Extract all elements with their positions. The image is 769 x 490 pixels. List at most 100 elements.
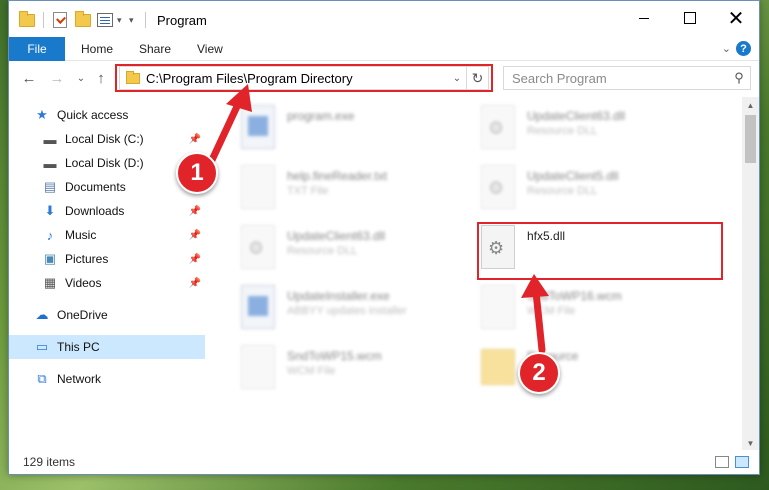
pin-icon[interactable]: 📌 bbox=[189, 278, 201, 289]
cloud-icon: ☁ bbox=[35, 307, 49, 322]
sidebar-item-local-disk-c[interactable]: ▬ Local Disk (C:) 📌 bbox=[9, 127, 205, 151]
vertical-scrollbar[interactable]: ▲ ▼ bbox=[742, 97, 759, 451]
properties-icon[interactable] bbox=[97, 11, 113, 29]
sidebar-item-label: Local Disk (C:) bbox=[65, 132, 144, 146]
tab-home[interactable]: Home bbox=[81, 37, 113, 61]
exe-icon bbox=[241, 285, 275, 329]
sidebar-item-label: Pictures bbox=[65, 252, 109, 266]
search-placeholder[interactable]: Search Program bbox=[512, 71, 728, 86]
pin-icon[interactable]: 📌 bbox=[189, 230, 201, 241]
sidebar-item-label: Local Disk (D:) bbox=[65, 156, 144, 170]
sidebar-item-downloads[interactable]: ⬇ Downloads 📌 bbox=[9, 199, 205, 223]
list-item[interactable]: Resource bbox=[481, 341, 721, 397]
list-item[interactable]: SndToWP16.wcm WCM File bbox=[481, 281, 721, 337]
pin-icon[interactable]: 📌 bbox=[189, 206, 201, 217]
file-name: UpdateClient63.dll bbox=[527, 109, 626, 123]
file-type: Resource DLL bbox=[527, 125, 598, 137]
address-bar[interactable]: C:\Program Files\Program Directory ⌄ ↻ bbox=[119, 66, 489, 90]
music-icon: ♪ bbox=[46, 227, 54, 243]
explorer-window: ▾ ▾ Program ✕ File Home Share View ⌄ ? ←… bbox=[8, 0, 760, 475]
list-item[interactable]: UpdateClient63.dll Resource DLL bbox=[481, 101, 721, 157]
ribbon-tabs: File Home Share View ⌄ ? bbox=[9, 37, 759, 61]
address-dropdown-icon[interactable]: ⌄ bbox=[448, 73, 466, 84]
wcm-icon bbox=[241, 345, 275, 389]
dll-icon bbox=[481, 165, 515, 209]
file-type: WCM File bbox=[527, 305, 576, 317]
sidebar-item-documents[interactable]: ▤ Documents bbox=[9, 175, 205, 199]
sidebar-item-onedrive[interactable]: ☁ OneDrive bbox=[9, 303, 205, 327]
list-item[interactable]: UpdateClient63.dll Resource DLL bbox=[241, 221, 481, 277]
title-bar: ▾ ▾ Program ✕ bbox=[9, 1, 759, 37]
file-name: UpdateClient5.dll bbox=[527, 169, 619, 183]
file-name: help.fineReader.txt bbox=[287, 169, 388, 183]
back-arrow-icon[interactable]: ← bbox=[19, 68, 39, 88]
item-count: 129 items bbox=[23, 455, 76, 469]
documents-icon: ▤ bbox=[43, 179, 57, 194]
maximize-button[interactable] bbox=[667, 1, 713, 35]
forward-arrow-icon[interactable]: → bbox=[47, 68, 67, 88]
pin-icon[interactable]: 📌 bbox=[189, 254, 201, 265]
folder-icon bbox=[126, 70, 140, 84]
file-list: program.exe UpdateClient63.dll Resource … bbox=[209, 97, 741, 449]
sidebar-item-music[interactable]: ♪ Music 📌 bbox=[9, 223, 205, 247]
file-name: SndToWP15.wcm bbox=[287, 349, 382, 363]
new-folder-icon[interactable] bbox=[75, 10, 91, 29]
step-badge-1: 1 bbox=[176, 152, 218, 194]
exe-icon bbox=[241, 105, 275, 149]
tab-view[interactable]: View bbox=[197, 37, 223, 61]
navigation-pane: ★ Quick access ▬ Local Disk (C:) 📌 ▬ Loc… bbox=[9, 97, 205, 447]
downloads-icon: ⬇ bbox=[44, 203, 56, 218]
file-type: Resource DLL bbox=[527, 185, 598, 197]
folder-icon bbox=[481, 349, 515, 385]
list-item[interactable]: UpdateInstaller.exe ABBYY updates instal… bbox=[241, 281, 481, 337]
scroll-down-icon[interactable]: ▼ bbox=[742, 435, 759, 451]
quick-access-folder-icon[interactable] bbox=[19, 10, 35, 29]
large-icons-view-icon[interactable] bbox=[735, 456, 749, 468]
expand-ribbon-chevron-icon[interactable]: ⌄ bbox=[722, 42, 731, 55]
drive-icon: ▬ bbox=[43, 155, 57, 171]
sidebar-item-label: This PC bbox=[57, 340, 100, 354]
sidebar-item-label: Videos bbox=[65, 276, 102, 290]
scroll-thumb[interactable] bbox=[745, 115, 756, 163]
list-item[interactable]: UpdateClient5.dll Resource DLL bbox=[481, 161, 721, 217]
tab-file[interactable]: File bbox=[9, 37, 65, 61]
details-view-icon[interactable] bbox=[715, 456, 729, 468]
window-title: Program bbox=[157, 13, 207, 28]
list-item[interactable]: SndToWP15.wcm WCM File bbox=[241, 341, 481, 397]
file-name: UpdateInstaller.exe bbox=[287, 289, 390, 303]
file-type: Resource DLL bbox=[287, 245, 358, 257]
scroll-up-icon[interactable]: ▲ bbox=[742, 97, 759, 113]
sidebar-item-label: Downloads bbox=[65, 204, 125, 218]
minimize-button[interactable] bbox=[621, 1, 667, 35]
tab-share[interactable]: Share bbox=[139, 37, 171, 61]
sidebar-item-videos[interactable]: ▦ Videos 📌 bbox=[9, 271, 205, 295]
recent-locations-chevron-icon[interactable]: ⌄ bbox=[71, 68, 91, 88]
properties-check-icon[interactable] bbox=[53, 11, 67, 29]
sidebar-item-this-pc[interactable]: ▭ This PC bbox=[9, 335, 205, 359]
list-item[interactable]: help.fineReader.txt TXT File bbox=[241, 161, 481, 217]
sidebar-item-label: Music bbox=[65, 228, 97, 242]
sidebar-item-quick-access[interactable]: ★ Quick access bbox=[9, 103, 205, 127]
step-badge-2: 2 bbox=[518, 352, 560, 394]
up-arrow-icon[interactable]: ↑ bbox=[91, 68, 111, 88]
dll-icon bbox=[481, 225, 515, 269]
help-icon[interactable]: ? bbox=[736, 41, 751, 56]
pin-icon[interactable]: 📌 bbox=[189, 134, 201, 145]
file-type: WCM File bbox=[287, 365, 336, 377]
close-button[interactable]: ✕ bbox=[713, 1, 759, 35]
refresh-icon[interactable]: ↻ bbox=[466, 67, 488, 89]
customize-qa-chevron-icon[interactable]: ▾ bbox=[117, 11, 122, 29]
file-name: UpdateClient63.dll bbox=[287, 229, 386, 243]
qa-dropdown-icon[interactable]: ▾ bbox=[129, 11, 134, 29]
qa-separator bbox=[43, 11, 44, 29]
sidebar-item-pictures[interactable]: ▣ Pictures 📌 bbox=[9, 247, 205, 271]
sidebar-item-label: Documents bbox=[65, 180, 126, 194]
search-input[interactable]: Search Program ⚲ bbox=[503, 66, 751, 90]
star-icon: ★ bbox=[36, 107, 48, 122]
list-item-hfx5-dll[interactable]: hfx5.dll bbox=[481, 221, 721, 277]
list-item[interactable]: program.exe bbox=[241, 101, 481, 157]
search-icon[interactable]: ⚲ bbox=[728, 70, 750, 86]
sidebar-item-label: OneDrive bbox=[57, 308, 108, 322]
sidebar-item-network[interactable]: ⧉ Network bbox=[9, 367, 205, 391]
address-path[interactable]: C:\Program Files\Program Directory bbox=[146, 71, 448, 86]
